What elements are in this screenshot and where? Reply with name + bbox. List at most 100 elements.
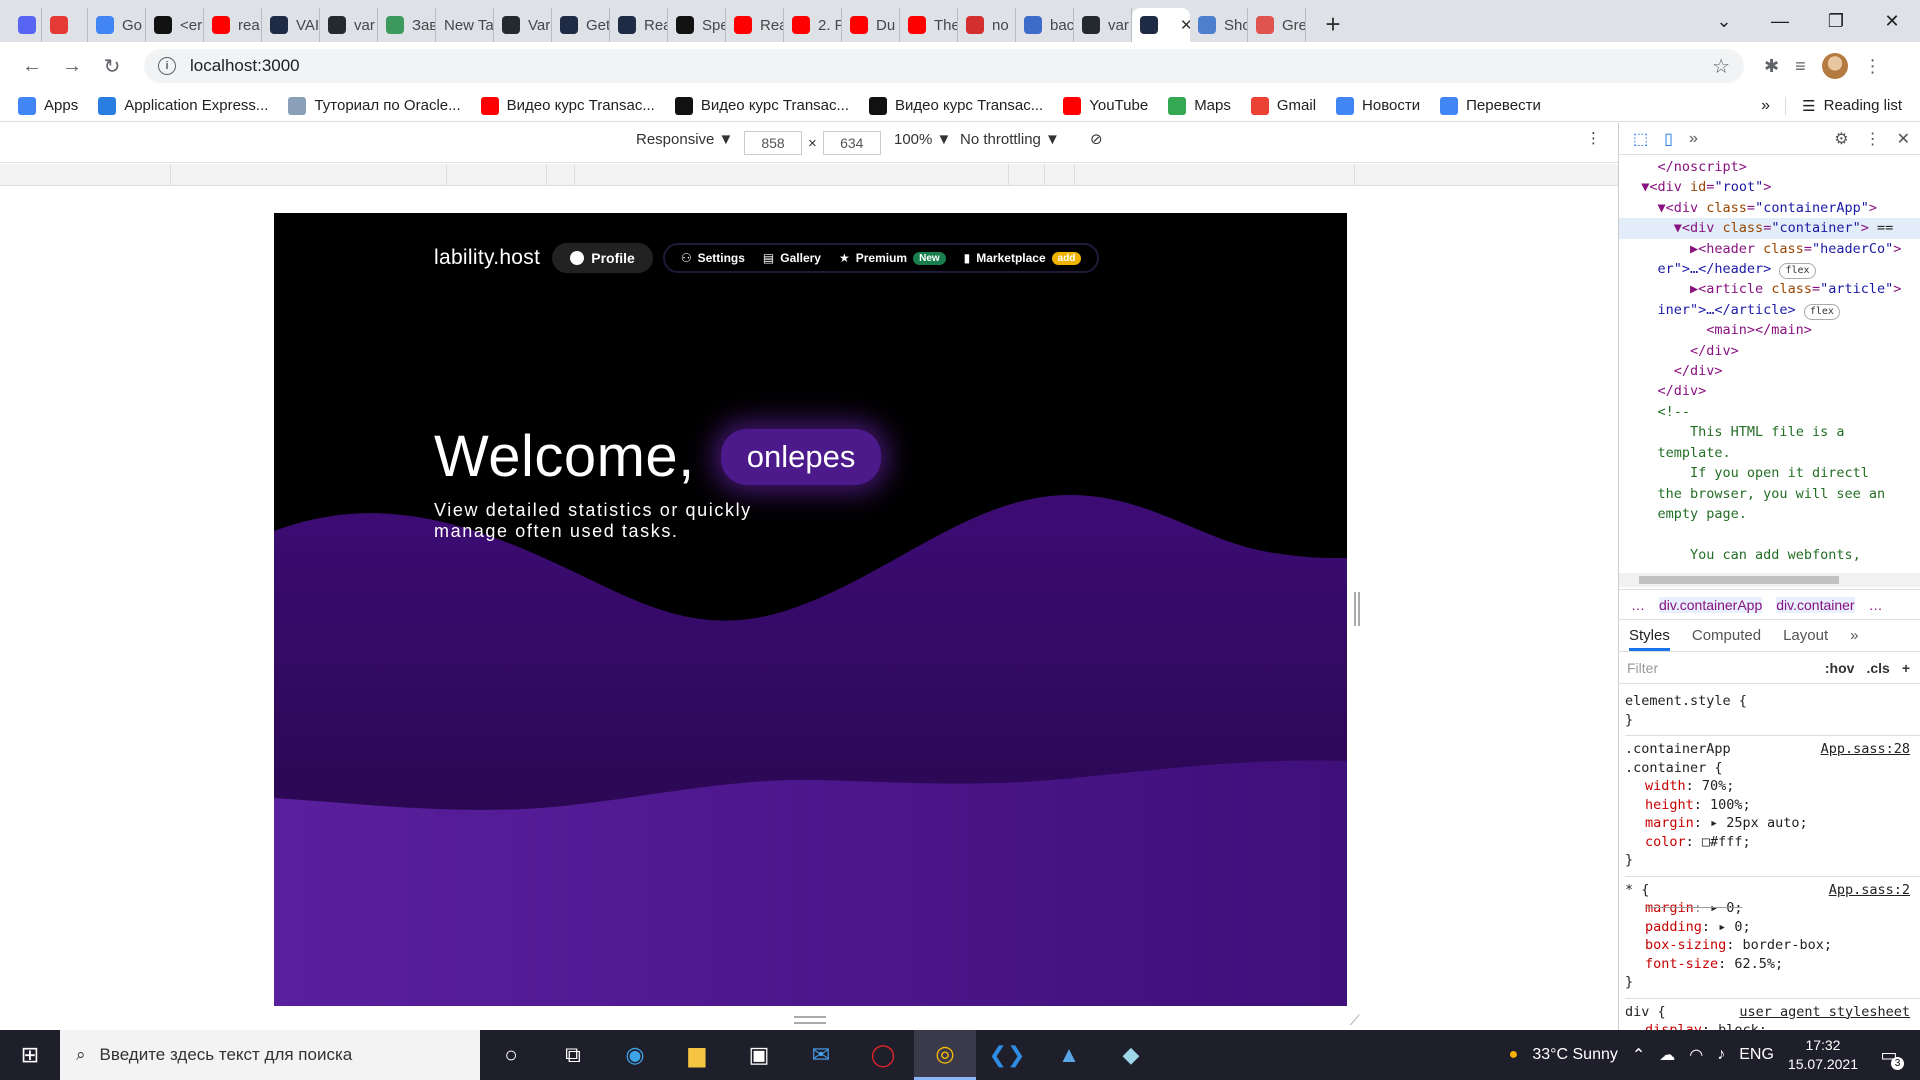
dom-node-line[interactable]: You can add webfonts, [1619, 545, 1920, 565]
browser-tab[interactable]: Du [842, 8, 900, 42]
tab-search-icon[interactable]: ⌄ [1696, 11, 1752, 32]
filter-tool-button[interactable]: .cls [1866, 660, 1889, 676]
dom-node-line[interactable]: This HTML file is a [1619, 422, 1920, 442]
browser-tab[interactable]: Зав [378, 8, 436, 42]
forward-button[interactable]: → [54, 48, 90, 84]
taskbar-search[interactable]: ⌕ Введите здесь текст для поиска [60, 1030, 480, 1080]
dom-node-line[interactable]: If you open it directl [1619, 463, 1920, 483]
breadcrumb-item[interactable]: div.containerApp [1659, 596, 1763, 613]
throttling-select[interactable]: No throttling ▼ [960, 131, 1060, 148]
browser-tab[interactable]: Rea [610, 8, 668, 42]
nav-item-premium[interactable]: ★ Premium New [839, 251, 946, 265]
bookmark-item[interactable]: Gmail [1250, 96, 1316, 115]
app-logo[interactable]: lability.host [434, 246, 540, 270]
browser-tab[interactable]: New Tal [436, 8, 494, 42]
dom-node-wrap[interactable]: iner">…</article> flex [1619, 300, 1920, 320]
edge-icon[interactable]: ◉ [604, 1030, 666, 1080]
styles-subtab[interactable]: Computed [1692, 627, 1761, 644]
breadcrumb-item[interactable]: div.container [1776, 596, 1855, 613]
browser-tab[interactable]: The [900, 8, 958, 42]
close-window-button[interactable]: ✕ [1864, 11, 1920, 32]
zoom-select[interactable]: 100% ▼ [894, 131, 951, 148]
inspect-element-icon[interactable]: ⬚ [1633, 129, 1648, 149]
dom-node-line[interactable]: ▼<div id="root"> [1619, 177, 1920, 197]
browser-tab[interactable]: Var [494, 8, 552, 42]
css-rule-source[interactable]: user agent stylesheet [1739, 1003, 1910, 1022]
url-text[interactable]: localhost:3000 [190, 56, 300, 76]
close-tab-icon[interactable]: ✕ [1180, 16, 1190, 34]
vscode-icon[interactable]: ❮❯ [976, 1030, 1038, 1080]
tray-chevron-icon[interactable]: ⌃ [1632, 1045, 1645, 1065]
browser-tab[interactable]: rea [204, 8, 262, 42]
css-property[interactable]: height: 100%; [1625, 796, 1920, 815]
new-tab-button[interactable]: + [1316, 7, 1350, 41]
css-rule-source[interactable]: App.sass:2 [1829, 881, 1910, 900]
address-bar[interactable]: i localhost:3000 ☆ [144, 49, 1744, 83]
browser-tab[interactable]: <er [146, 8, 204, 42]
file-explorer-icon[interactable]: ▆ [666, 1030, 728, 1080]
device-toggle-icon[interactable]: ▯ [1664, 129, 1673, 149]
dom-node-line[interactable]: </div> [1619, 341, 1920, 361]
bookmarks-overflow-button[interactable]: » [1761, 97, 1770, 115]
viewport-resize-handle-corner[interactable]: ⟋ [1350, 1012, 1360, 1029]
dom-node-wrap[interactable]: er">…</header> flex [1619, 259, 1920, 280]
bookmark-item[interactable]: Видео курс Transac... [869, 96, 1043, 115]
clock[interactable]: 17:32 15.07.2021 [1788, 1036, 1858, 1074]
viewport-resize-handle-right[interactable] [1354, 592, 1360, 626]
browser-tab[interactable]: bac [1016, 8, 1074, 42]
browser-tab[interactable]: Sho [1190, 8, 1248, 42]
css-property[interactable]: width: 70%; [1625, 777, 1920, 796]
reading-list-button[interactable]: ☰ Reading list [1785, 96, 1902, 115]
media-control-icon[interactable]: ≡ [1795, 56, 1806, 77]
bookmark-item[interactable]: Application Express... [98, 96, 268, 115]
dom-node-line[interactable]: <!-- [1619, 402, 1920, 422]
browser-tab[interactable]: Go [88, 8, 146, 42]
bookmark-item[interactable]: Туториал по Oracle... [288, 96, 461, 115]
bookmark-item[interactable]: Перевести [1440, 96, 1541, 115]
breadcrumb-item[interactable]: … [1869, 597, 1883, 613]
viewport-height-input[interactable]: 634 [822, 131, 881, 155]
maximize-button[interactable]: ❐ [1808, 11, 1864, 32]
dom-node-line[interactable] [1619, 524, 1920, 544]
nav-item-marketplace[interactable]: ▮ Marketplace add [964, 251, 1082, 265]
bookmark-item[interactable]: Видео курс Transac... [674, 96, 849, 115]
browser-tab[interactable]: VAI [262, 8, 320, 42]
bookmark-star-icon[interactable]: ☆ [1712, 54, 1730, 79]
task-view-icon[interactable]: ⧉ [542, 1030, 604, 1080]
dom-node-line[interactable]: </div> [1619, 381, 1920, 401]
dom-node-line[interactable]: ▼<div class="container"> == [1619, 218, 1920, 239]
css-selector[interactable]: element.style { [1625, 692, 1920, 711]
css-property[interactable]: padding: ▸ 0; [1625, 918, 1920, 937]
dom-node-line[interactable]: </noscript> [1619, 157, 1920, 177]
css-rule-source[interactable]: App.sass:28 [1821, 740, 1910, 759]
start-button[interactable]: ⊞ [0, 1042, 60, 1068]
site-info-icon[interactable]: i [158, 57, 176, 75]
browser-tab[interactable]: ✕ [1132, 8, 1190, 42]
browser-tab[interactable]: 2. F [784, 8, 842, 42]
browser-tab[interactable]: var [1074, 8, 1132, 42]
settings-gear-icon[interactable]: ⚙ [1834, 129, 1848, 149]
dom-node-line[interactable]: <main></main> [1619, 320, 1920, 340]
weather-sun-icon[interactable]: ● [1509, 1046, 1519, 1064]
dom-node-line[interactable]: </div> [1619, 361, 1920, 381]
breadcrumb-item[interactable]: … [1631, 597, 1645, 613]
store-icon[interactable]: ▣ [728, 1030, 790, 1080]
nav-item-settings[interactable]: ⚇ Settings [681, 251, 745, 265]
browser-tab[interactable]: var [320, 8, 378, 42]
filter-tool-button[interactable]: + [1902, 660, 1910, 676]
browser-tab[interactable]: Get [552, 8, 610, 42]
device-toolbar-menu-icon[interactable]: ⋮ [1586, 129, 1601, 147]
volume-icon[interactable]: ♪ [1717, 1046, 1725, 1064]
bookmark-item[interactable]: YouTube [1063, 96, 1148, 115]
device-mode-select[interactable]: Responsive ▼ [636, 131, 733, 148]
devtools-menu-icon[interactable]: ⋮ [1865, 129, 1881, 149]
profile-button[interactable]: Profile [552, 243, 653, 273]
extensions-icon[interactable]: ✱ [1764, 56, 1779, 77]
mail-icon[interactable]: ✉ [790, 1030, 852, 1080]
back-button[interactable]: ← [14, 48, 50, 84]
dom-node-line[interactable]: ▼<div class="containerApp"> [1619, 198, 1920, 218]
dom-node-line[interactable]: ▶<header class="headerCo"> [1619, 239, 1920, 259]
devtools-close-icon[interactable]: ✕ [1897, 129, 1910, 149]
bookmark-item[interactable]: Новости [1336, 96, 1420, 115]
css-property[interactable]: box-sizing: border-box; [1625, 936, 1920, 955]
